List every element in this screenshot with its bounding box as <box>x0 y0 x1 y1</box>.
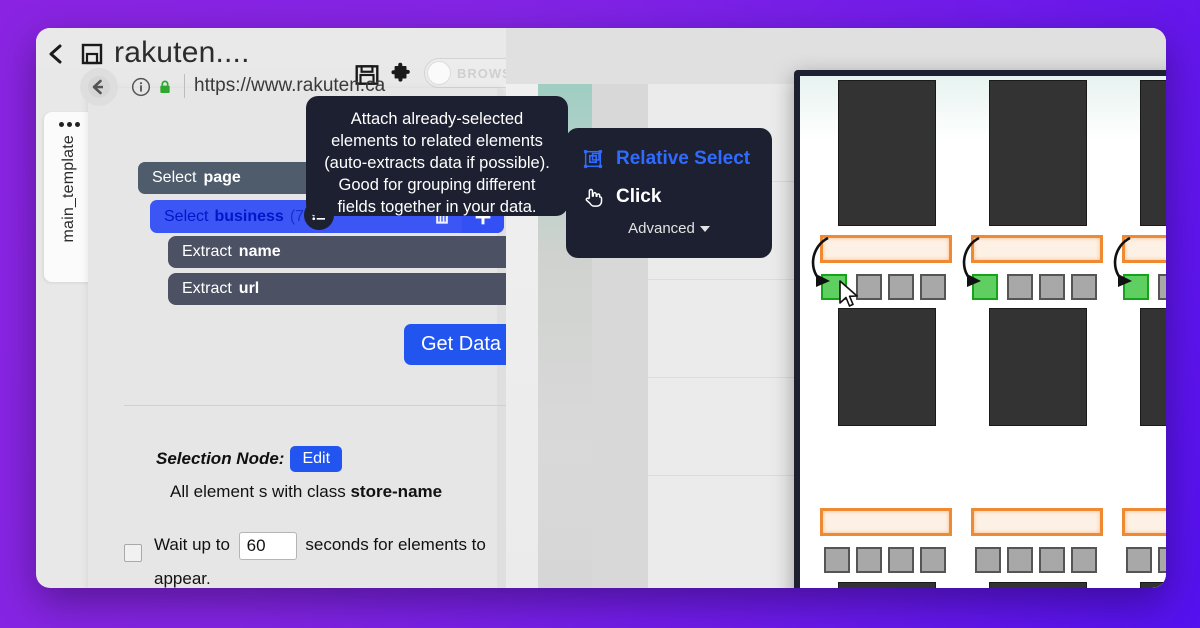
screenshot-stage: rakuten.... BROWSE main_template Select … <box>0 0 1200 628</box>
toggle-knob <box>427 61 451 85</box>
wait-suffix: seconds for elements to <box>305 535 486 554</box>
extract-name-verb: Extract <box>182 243 232 260</box>
save-icon[interactable] <box>80 42 104 66</box>
wait-option-text: Wait up to 60 seconds for elements to ap… <box>154 528 486 588</box>
diagram-chip <box>1039 547 1065 573</box>
diagram-chip <box>1007 547 1033 573</box>
command-row-extract-name[interactable]: Extract name <box>168 236 518 268</box>
extract-url-verb: Extract <box>182 280 232 297</box>
menu-item-relative-select[interactable]: Relative Select <box>566 144 772 174</box>
chevron-down-icon <box>699 225 710 232</box>
diagram-card <box>989 308 1087 426</box>
diagram-chip <box>888 274 914 300</box>
diagram-chip <box>920 274 946 300</box>
command-row-extract-url[interactable]: Extract url <box>168 273 518 305</box>
menu-item-click[interactable]: Click <box>566 182 772 212</box>
diagram-chip <box>1071 547 1097 573</box>
puzzle-icon[interactable] <box>390 62 412 84</box>
menu-item-click-label: Click <box>616 186 662 207</box>
diagram-chip <box>856 547 882 573</box>
selection-node-label: Selection Node: <box>156 449 285 468</box>
relative-link-arrow-icon <box>962 236 981 287</box>
context-menu: Relative Select Click Advanced <box>566 128 772 258</box>
back-arrow-icon <box>88 76 110 98</box>
diagram-chip <box>920 547 946 573</box>
select-business-name: business <box>214 207 284 225</box>
diagram-card <box>838 308 936 426</box>
diagram-card <box>838 80 936 226</box>
url-separator <box>184 74 185 98</box>
diagram-highlight-bar <box>820 508 952 536</box>
relative-link-arrow-icon <box>1113 236 1132 287</box>
wait-checkbox[interactable] <box>124 544 142 562</box>
get-data-button[interactable]: Get Data <box>404 324 518 365</box>
diagram-chip <box>1071 274 1097 300</box>
panel-divider <box>124 405 534 406</box>
relative-select-icon <box>583 149 603 169</box>
diagram-chip <box>1158 274 1166 300</box>
diagram-chip <box>975 547 1001 573</box>
more-options-icon[interactable] <box>58 122 80 127</box>
extract-name-field: name <box>238 243 281 260</box>
select-page-verb: Select <box>152 169 197 186</box>
browser-back-button[interactable] <box>80 68 118 106</box>
url-text[interactable]: https://www.rakuten.ca <box>194 75 385 97</box>
diagram-card <box>989 582 1087 588</box>
menu-item-relative-select-label: Relative Select <box>616 148 751 169</box>
menu-item-advanced-label: Advanced <box>628 220 695 237</box>
window-title: rakuten.... <box>114 36 250 69</box>
wait-prefix: Wait up to <box>154 535 230 554</box>
pointer-hand-icon <box>585 188 603 207</box>
diagram-card <box>1140 582 1166 588</box>
select-business-verb: Select <box>164 207 209 225</box>
selection-description: All element s with class store-name <box>170 482 534 502</box>
lock-icon <box>160 80 170 93</box>
info-icon[interactable] <box>131 77 151 97</box>
template-sidebar: main_template <box>44 112 94 282</box>
diagram-highlight-bar <box>971 508 1103 536</box>
diagram-chip <box>1039 274 1065 300</box>
edit-button[interactable]: Edit <box>290 446 343 472</box>
select-page-name: page <box>203 169 241 186</box>
mouse-cursor-icon <box>839 280 858 307</box>
app-window: rakuten.... BROWSE main_template Select … <box>36 28 1166 588</box>
diagram-card <box>838 582 936 588</box>
diagram-card <box>989 80 1087 226</box>
diagram-chip <box>824 547 850 573</box>
menu-item-advanced[interactable]: Advanced <box>566 220 772 237</box>
wait-option-row: Wait up to 60 seconds for elements to ap… <box>124 528 534 588</box>
diagram-chip <box>888 547 914 573</box>
selection-node-row: Selection Node: Edit <box>156 446 534 472</box>
tooltip: Attach already-selected elements to rela… <box>306 96 568 216</box>
selection-options: Selection Node: Edit All element s with … <box>124 418 534 588</box>
wait-seconds-input[interactable]: 60 <box>238 531 297 560</box>
selection-diagram-overlay <box>794 70 1166 588</box>
diagram-chip <box>1158 547 1166 573</box>
diagram-highlight-bar <box>1122 508 1166 536</box>
selection-diagram-canvas <box>800 76 1166 588</box>
selection-description-class: store-name <box>350 482 443 501</box>
extract-url-field: url <box>238 280 260 297</box>
diagram-chip <box>1126 547 1152 573</box>
diagram-chip <box>1007 274 1033 300</box>
wait-suffix-2: appear. <box>154 569 211 588</box>
back-arrow-icon[interactable] <box>46 42 70 66</box>
diagram-card <box>1140 80 1166 226</box>
selection-description-prefix: All element s with class <box>170 482 351 501</box>
sidebar-tab-main-template[interactable]: main_template <box>60 135 78 243</box>
diagram-card <box>1140 308 1166 426</box>
